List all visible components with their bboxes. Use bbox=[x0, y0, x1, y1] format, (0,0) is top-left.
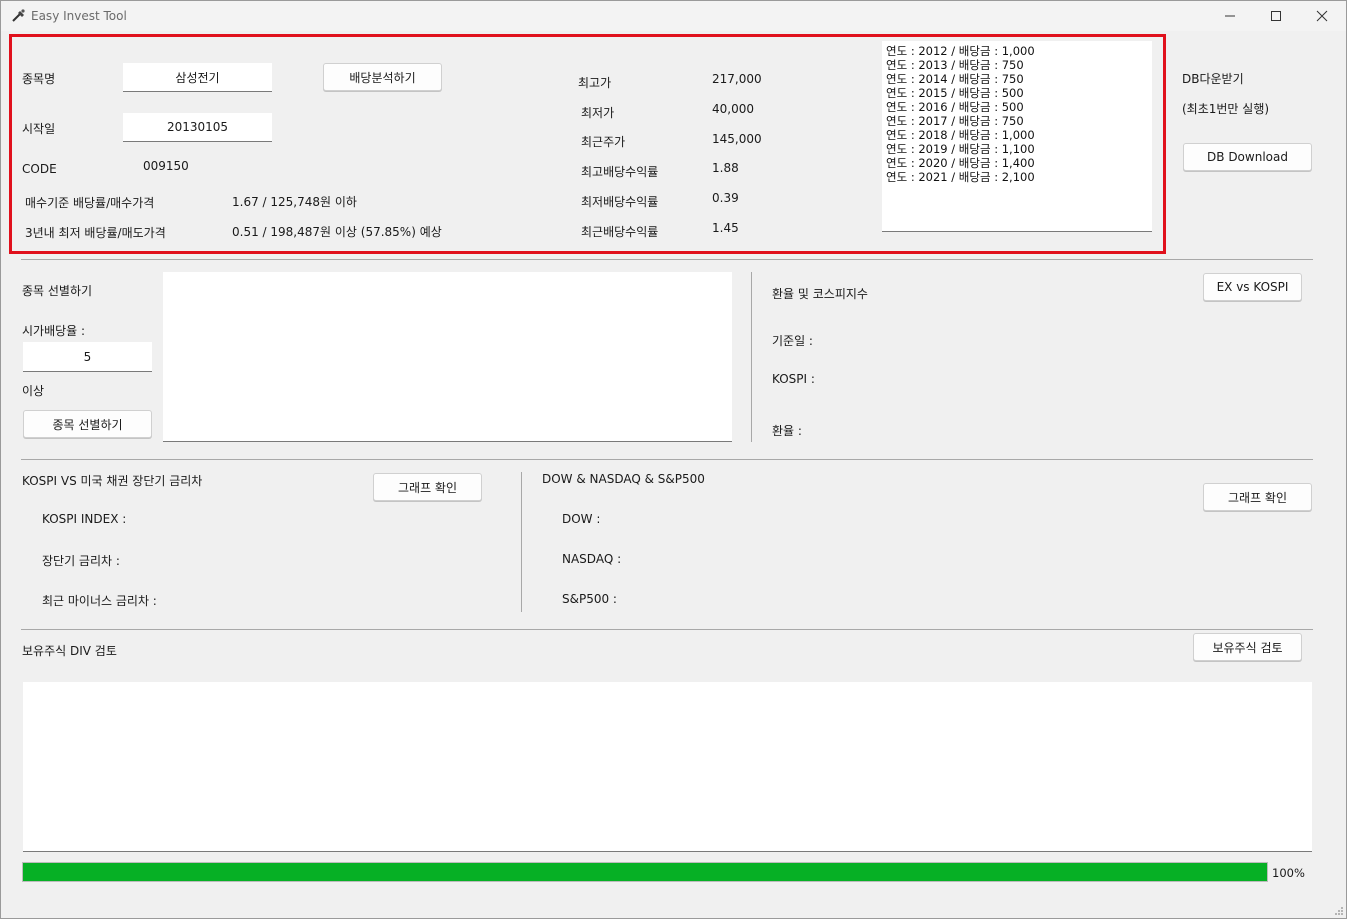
high-price-label: 최고가 bbox=[578, 76, 612, 90]
start-date-label: 시작일 bbox=[22, 122, 56, 136]
close-icon bbox=[1316, 10, 1328, 22]
list-item: 연도 : 2020 / 배당금 : 1,400 bbox=[886, 156, 1035, 170]
analyze-dividend-button[interactable]: 배당분석하기 bbox=[323, 63, 442, 91]
bond-spread-title: KOSPI VS 미국 채권 장단기 금리차 bbox=[22, 474, 203, 488]
high-price-value: 217,000 bbox=[712, 72, 762, 86]
max-yield-value: 1.88 bbox=[712, 161, 739, 175]
nasdaq-label: NASDAQ : bbox=[562, 552, 622, 566]
screener-title: 종목 선별하기 bbox=[22, 284, 93, 298]
holdings-title: 보유주식 DIV 검토 bbox=[22, 644, 117, 658]
list-item: 연도 : 2015 / 배당금 : 500 bbox=[886, 86, 1024, 100]
rate-spread-label: 장단기 금리차 : bbox=[42, 554, 120, 568]
exchange-rate-label: 환율 : bbox=[772, 424, 802, 438]
buy-criteria-label: 매수기준 배당률/매수가격 bbox=[25, 196, 155, 210]
screener-result-list[interactable] bbox=[163, 272, 732, 442]
section-divider bbox=[21, 629, 1313, 630]
exchange-title: 환율 및 코스피지수 bbox=[772, 287, 868, 301]
db-download-label: DB다운받기 bbox=[1182, 72, 1244, 86]
maximize-icon bbox=[1271, 11, 1281, 21]
dividend-yield-input[interactable]: 5 bbox=[23, 342, 152, 372]
progress-fill bbox=[23, 863, 1267, 881]
us-index-graph-button[interactable]: 그래프 확인 bbox=[1203, 483, 1312, 511]
low-price-label: 최저가 bbox=[581, 106, 615, 120]
resize-grip-icon[interactable] bbox=[1334, 906, 1344, 916]
min-yield-label: 최저배당수익률 bbox=[581, 195, 659, 209]
progress-label: 100% bbox=[1272, 866, 1305, 880]
ex-vs-kospi-button[interactable]: EX vs KOSPI bbox=[1203, 273, 1302, 301]
base-date-label: 기준일 : bbox=[772, 334, 813, 348]
list-item: 연도 : 2016 / 배당금 : 500 bbox=[886, 100, 1024, 114]
review-holdings-button[interactable]: 보유주식 검토 bbox=[1193, 633, 1302, 661]
sp500-label: S&P500 : bbox=[562, 592, 617, 606]
list-item: 연도 : 2014 / 배당금 : 750 bbox=[886, 72, 1024, 86]
holdings-result-list[interactable] bbox=[23, 682, 1312, 852]
section-divider-vertical bbox=[751, 272, 752, 442]
bond-graph-button[interactable]: 그래프 확인 bbox=[373, 473, 482, 501]
minimize-icon bbox=[1225, 15, 1235, 17]
list-item: 연도 : 2018 / 배당금 : 1,000 bbox=[886, 128, 1035, 142]
recent-yield-label: 최근배당수익률 bbox=[581, 225, 659, 239]
app-window: Easy Invest Tool 종목명 삼성전기 배당분석하기 시작일 201… bbox=[0, 0, 1347, 919]
db-download-note: (최초1번만 실행) bbox=[1182, 102, 1270, 116]
list-item: 연도 : 2019 / 배당금 : 1,100 bbox=[886, 142, 1035, 156]
recent-price-label: 최근주가 bbox=[581, 135, 626, 149]
kospi-index-label: KOSPI INDEX : bbox=[42, 512, 127, 526]
list-item: 연도 : 2017 / 배당금 : 750 bbox=[886, 114, 1024, 128]
code-value: 009150 bbox=[143, 159, 189, 173]
maximize-button[interactable] bbox=[1253, 1, 1299, 31]
code-label: CODE bbox=[22, 162, 57, 176]
list-item: 연도 : 2012 / 배당금 : 1,000 bbox=[886, 44, 1035, 58]
start-date-input[interactable]: 20130105 bbox=[123, 113, 272, 142]
above-label: 이상 bbox=[22, 384, 45, 398]
minimize-button[interactable] bbox=[1207, 1, 1253, 31]
screen-stocks-button[interactable]: 종목 선별하기 bbox=[23, 410, 152, 438]
min-yield-value: 0.39 bbox=[712, 191, 739, 205]
buy-criteria-value: 1.67 / 125,748원 이하 bbox=[232, 195, 357, 209]
stock-name-input[interactable]: 삼성전기 bbox=[123, 63, 272, 92]
stock-name-label: 종목명 bbox=[22, 72, 56, 86]
max-yield-label: 최고배당수익률 bbox=[581, 165, 659, 179]
recent-yield-value: 1.45 bbox=[712, 221, 739, 235]
recent-price-value: 145,000 bbox=[712, 132, 762, 146]
close-button[interactable] bbox=[1299, 1, 1345, 31]
section-divider bbox=[21, 259, 1313, 260]
window-title: Easy Invest Tool bbox=[31, 9, 127, 23]
list-item: 연도 : 2021 / 배당금 : 2,100 bbox=[886, 170, 1035, 184]
sell-criteria-value: 0.51 / 198,487원 이상 (57.85%) 예상 bbox=[232, 225, 442, 239]
minus-spread-label: 최근 마이너스 금리차 : bbox=[42, 594, 157, 608]
list-item: 연도 : 2013 / 배당금 : 750 bbox=[886, 58, 1024, 72]
dividend-history-list[interactable]: 연도 : 2012 / 배당금 : 1,000 연도 : 2013 / 배당금 … bbox=[882, 41, 1152, 232]
title-bar: Easy Invest Tool bbox=[1, 1, 1346, 31]
section-divider-vertical bbox=[521, 472, 522, 612]
low-price-value: 40,000 bbox=[712, 102, 754, 116]
db-download-button[interactable]: DB Download bbox=[1183, 143, 1312, 171]
progress-bar bbox=[22, 862, 1268, 882]
dow-label: DOW : bbox=[562, 512, 601, 526]
dividend-yield-label: 시가배당율 : bbox=[22, 324, 86, 338]
us-index-title: DOW & NASDAQ & S&P500 bbox=[542, 472, 705, 486]
tools-icon bbox=[12, 9, 25, 22]
kospi-label: KOSPI : bbox=[772, 372, 815, 386]
sell-criteria-label: 3년내 최저 배당률/매도가격 bbox=[25, 226, 166, 240]
section-divider bbox=[21, 459, 1313, 460]
